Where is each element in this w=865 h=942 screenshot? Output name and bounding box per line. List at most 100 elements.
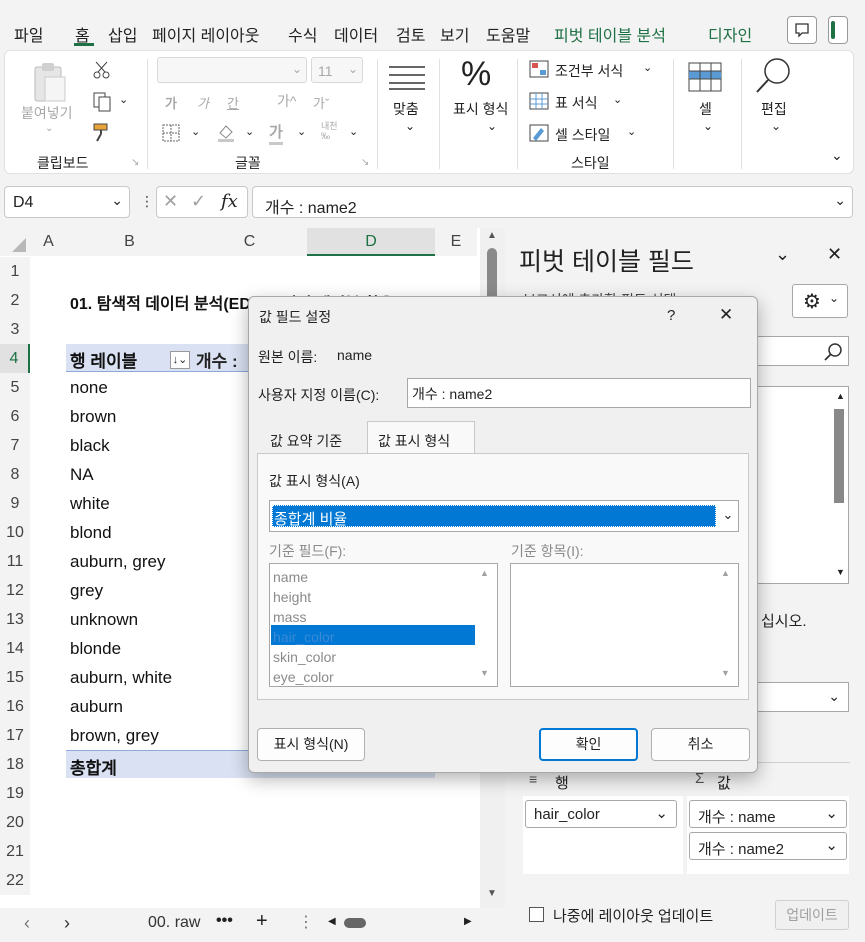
enter-icon[interactable]: ✓ <box>191 191 206 212</box>
filter-dropdown-icon[interactable]: ↓⌄ <box>170 351 190 369</box>
show-values-as-select[interactable]: 종합계 비율 ⌄ <box>269 500 739 532</box>
scroll-right-icon[interactable]: ▶ <box>464 916 472 927</box>
list-item-selected[interactable]: hair_color <box>273 629 334 645</box>
menu-file[interactable]: 파일 <box>14 22 43 46</box>
row-header[interactable]: 16 <box>0 692 30 721</box>
ok-button[interactable]: 확인 <box>539 728 638 761</box>
row-header[interactable]: 17 <box>0 721 30 750</box>
more-icon[interactable]: ⋮ <box>140 193 154 210</box>
defer-update-checkbox[interactable] <box>529 907 544 922</box>
pivot-row-item[interactable]: unknown <box>70 610 138 630</box>
more-sheets-icon[interactable]: ••• <box>216 912 233 930</box>
format-painter-icon[interactable] <box>91 121 113 143</box>
column-header-a[interactable]: A <box>30 228 67 256</box>
font-color-icon[interactable]: 가 <box>269 121 283 145</box>
pane-settings-button[interactable]: ⚙ ⌄ <box>792 284 848 318</box>
number-format-button[interactable]: 표시 형식(N) <box>257 728 365 761</box>
row-header[interactable]: 5 <box>0 373 30 402</box>
menu-pivot-analyze[interactable]: 피벗 테이블 분석 <box>554 22 666 46</box>
cancel-button[interactable]: 취소 <box>651 728 750 761</box>
count-header[interactable]: 개수 : <box>196 347 238 372</box>
alignment-button[interactable]: 맞춤 <box>393 99 419 119</box>
font-launcher-icon[interactable]: ↘ <box>361 157 369 168</box>
paste-dropdown-icon[interactable]: ⌄ <box>45 123 53 134</box>
row-header[interactable]: 6 <box>0 402 30 431</box>
row-header[interactable]: 13 <box>0 605 30 634</box>
row-field-hair-color[interactable]: hair_color ⌄ <box>525 800 677 828</box>
font-size-select[interactable]: 11 ⌄ <box>311 57 363 83</box>
pivot-row-item[interactable]: black <box>70 436 110 456</box>
custom-name-input[interactable]: 개수 : name2 <box>407 378 751 408</box>
horizontal-scrollbar[interactable]: ◀ ▶ <box>326 916 476 930</box>
field-list-scroll-thumb[interactable] <box>834 409 844 503</box>
shrink-font-icon[interactable]: 가ˇ <box>313 93 329 112</box>
pivot-row-item[interactable]: none <box>70 378 108 398</box>
base-item-list[interactable]: ▲ ▼ <box>510 563 739 687</box>
pivot-row-item[interactable]: auburn <box>70 697 123 717</box>
row-header[interactable]: 11 <box>0 547 30 576</box>
column-header-e[interactable]: E <box>435 228 477 256</box>
value-field-name2[interactable]: 개수 : name2 ⌄ <box>689 832 847 860</box>
row-header[interactable]: 12 <box>0 576 30 605</box>
close-icon[interactable]: ✕ <box>827 244 842 265</box>
field-list[interactable]: ▲ ▼ <box>755 386 849 584</box>
column-header-b[interactable]: B <box>67 228 192 256</box>
split-handle-icon[interactable]: ⋮ <box>298 912 314 932</box>
tab-show-values-as[interactable]: 값 표시 형식 <box>367 421 475 454</box>
row-header[interactable]: 15 <box>0 663 30 692</box>
row-labels-header[interactable]: 행 레이블 <box>70 347 137 372</box>
border-dropdown-icon[interactable]: ⌄ <box>191 125 200 138</box>
update-button[interactable]: 업데이트 <box>775 900 849 930</box>
add-sheet-icon[interactable]: + <box>256 910 268 933</box>
list-item[interactable]: name <box>273 569 308 585</box>
pivot-row-item[interactable]: white <box>70 494 110 514</box>
italic-icon[interactable]: 가 <box>197 93 209 112</box>
menu-review[interactable]: 검토 <box>396 22 425 46</box>
pivot-row-item[interactable]: blonde <box>70 639 121 659</box>
row-header[interactable]: 20 <box>0 808 30 837</box>
scroll-left-icon[interactable]: ◀ <box>328 916 336 927</box>
row-header[interactable]: 19 <box>0 779 30 808</box>
scroll-up-icon[interactable]: ▲ <box>836 391 845 401</box>
column-header-d[interactable]: D <box>307 228 435 256</box>
grow-font-icon[interactable]: 가^ <box>277 91 296 111</box>
expand-formula-icon[interactable]: ⌄ <box>834 192 846 209</box>
column-header-c[interactable]: C <box>192 228 307 256</box>
ribbon-collapse-icon[interactable]: ⌄ <box>831 147 843 164</box>
fill-color-icon[interactable] <box>215 121 237 143</box>
menu-design[interactable]: 디자인 <box>708 22 752 46</box>
menu-formulas[interactable]: 수식 <box>288 22 317 46</box>
copy-dropdown-icon[interactable]: ⌄ <box>119 93 128 106</box>
border-icon[interactable] <box>161 123 181 143</box>
list-item[interactable]: skin_color <box>273 649 336 665</box>
field-search-input[interactable] <box>755 336 849 366</box>
format-table-button[interactable]: 표 서식 <box>555 93 598 113</box>
bold-icon[interactable]: 가 <box>165 93 177 112</box>
menu-page-layout[interactable]: 페이지 레이아웃 <box>152 22 260 46</box>
clipboard-launcher-icon[interactable]: ↘ <box>131 157 139 168</box>
close-icon[interactable]: ✕ <box>719 305 733 325</box>
row-header[interactable]: 8 <box>0 460 30 489</box>
underline-icon[interactable]: 간 <box>227 93 239 112</box>
select-all-button[interactable] <box>0 228 30 256</box>
row-header[interactable]: 9 <box>0 489 30 518</box>
list-item[interactable]: height <box>273 589 311 605</box>
pane-options-icon[interactable]: ⌄ <box>775 244 790 265</box>
scroll-down-icon[interactable]: ▼ <box>487 888 497 899</box>
share-button[interactable] <box>828 16 848 44</box>
cell-style-button[interactable]: 셀 스타일 <box>555 125 610 145</box>
help-button[interactable]: ? <box>667 307 675 324</box>
pivot-row-item[interactable]: auburn, grey <box>70 552 165 572</box>
editing-button[interactable]: 편집 <box>761 99 787 119</box>
menu-view[interactable]: 보기 <box>440 22 469 46</box>
cancel-icon[interactable]: ✕ <box>163 191 178 212</box>
menu-insert[interactable]: 삽입 <box>108 22 137 46</box>
scroll-down-icon[interactable]: ▼ <box>480 668 489 678</box>
tab-summarize-by[interactable]: 값 요약 기준 <box>257 423 367 453</box>
row-header[interactable]: 10 <box>0 518 30 547</box>
sheet-tab[interactable]: 00. raw <box>148 914 200 932</box>
pivot-row-item[interactable]: blond <box>70 523 112 543</box>
row-header[interactable]: 14 <box>0 634 30 663</box>
font-color-dropdown-icon[interactable]: ⌄ <box>297 125 306 138</box>
value-field-name[interactable]: 개수 : name ⌄ <box>689 800 847 828</box>
